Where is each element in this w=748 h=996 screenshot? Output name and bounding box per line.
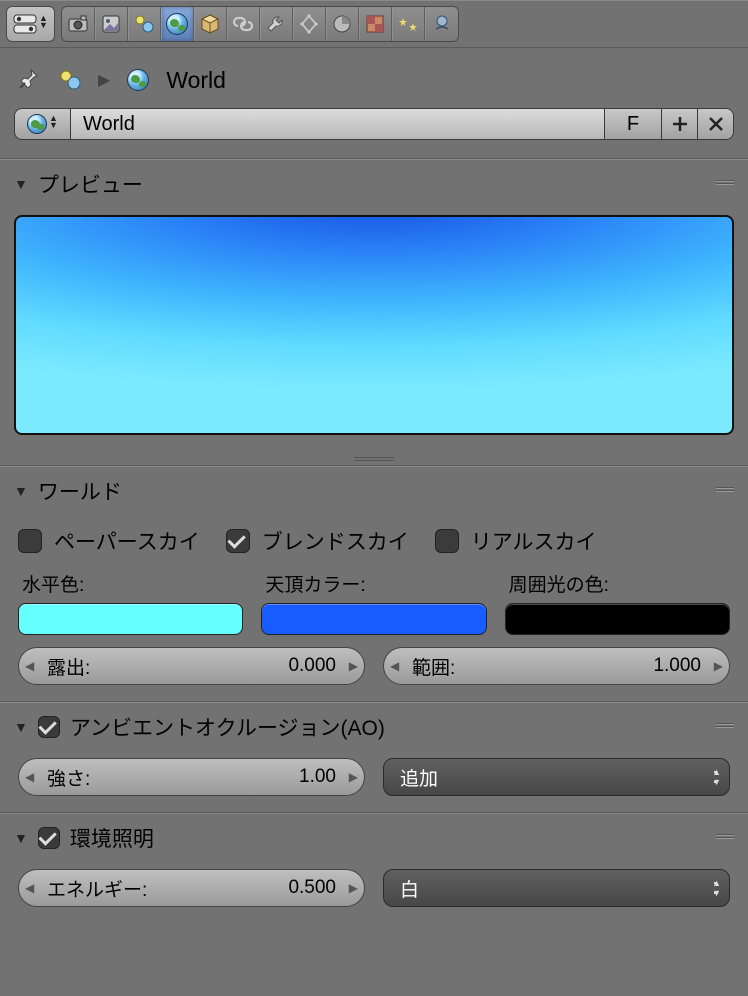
ambient-color-swatch[interactable]	[505, 603, 730, 635]
real-sky-checkbox[interactable]	[435, 529, 459, 553]
breadcrumb-label[interactable]: World	[166, 67, 226, 94]
datablock-selector: ▲▼ World F	[0, 108, 748, 158]
image-note-icon	[100, 13, 122, 35]
plus-icon	[671, 115, 689, 133]
breadcrumb-separator-icon: ▶	[98, 70, 110, 90]
world-breadcrumb-icon[interactable]	[124, 66, 152, 94]
ao-factor-field[interactable]: 強さ: 1.00	[18, 758, 365, 796]
disclosure-triangle-icon: ▼	[14, 483, 28, 499]
env-color-mode-select[interactable]: 白 ▲▼	[383, 869, 730, 907]
tab-object-data[interactable]	[293, 7, 326, 41]
drag-handle-icon[interactable]	[716, 723, 734, 731]
datablock-browse-button[interactable]: ▲▼	[14, 108, 70, 140]
zenith-color-swatch[interactable]	[261, 603, 486, 635]
tab-scene[interactable]	[128, 7, 161, 41]
particles-icon	[397, 13, 419, 35]
scene-breadcrumb-icon[interactable]	[56, 66, 84, 94]
env-enable-checkbox[interactable]	[38, 827, 60, 849]
env-color-mode-value: 白	[400, 875, 419, 902]
zenith-color-label: 天頂カラー:	[261, 570, 486, 597]
unlink-datablock-button[interactable]	[698, 108, 734, 140]
up-down-icon: ▲▼	[712, 768, 721, 786]
context-tabs	[61, 6, 459, 42]
tab-texture[interactable]	[359, 7, 392, 41]
panel-body-env-lighting: エネルギー: 0.500 白 ▲▼	[0, 863, 748, 923]
blend-sky-checkbox[interactable]	[226, 529, 250, 553]
panel-body-preview	[0, 209, 748, 451]
ao-blend-mode-select[interactable]: 追加 ▲▼	[383, 758, 730, 796]
exposure-label: 露出:	[47, 653, 288, 680]
panel-header-ao[interactable]: ▼ アンビエントオクルージョン(AO)	[0, 702, 748, 752]
editor-type-selector[interactable]: ▲▼	[6, 6, 55, 42]
panel-body-ao: 強さ: 1.00 追加 ▲▼	[0, 752, 748, 812]
ao-blend-mode-value: 追加	[400, 764, 438, 791]
real-sky-label: リアルスカイ	[471, 526, 597, 556]
panel-body-world: ペーパースカイ ブレンドスカイ リアルスカイ 水平色: 天頂カラー: 周囲光の色…	[0, 516, 748, 701]
paper-sky-checkbox[interactable]	[18, 529, 42, 553]
world-icon	[27, 114, 47, 134]
close-icon	[707, 115, 725, 133]
properties-editor-icon	[13, 14, 37, 34]
tab-render-layers[interactable]	[95, 7, 128, 41]
breadcrumb: ▶ World	[0, 48, 748, 108]
exposure-value: 0.000	[288, 655, 336, 677]
disclosure-triangle-icon: ▼	[14, 176, 28, 192]
wrench-icon	[265, 13, 287, 35]
panel-header-world[interactable]: ▼ ワールド	[0, 466, 748, 516]
pin-icon[interactable]	[14, 66, 42, 94]
material-icon	[331, 13, 353, 35]
panel-title: 環境照明	[70, 823, 154, 853]
env-energy-field[interactable]: エネルギー: 0.500	[18, 869, 365, 907]
panel-title: プレビュー	[38, 169, 143, 199]
drag-handle-icon[interactable]	[716, 834, 734, 842]
new-datablock-button[interactable]	[662, 108, 698, 140]
world-icon	[166, 13, 188, 35]
up-down-icon: ▲▼	[49, 118, 58, 131]
tab-modifiers[interactable]	[260, 7, 293, 41]
drag-handle-icon[interactable]	[716, 487, 734, 495]
range-label: 範囲:	[412, 653, 653, 680]
tab-material[interactable]	[326, 7, 359, 41]
range-field[interactable]: 範囲: 1.000	[383, 647, 730, 685]
cube-icon	[199, 13, 221, 35]
ao-factor-value: 1.00	[299, 766, 336, 788]
texture-icon	[364, 13, 386, 35]
physics-icon	[431, 13, 453, 35]
fake-user-button[interactable]: F	[604, 108, 662, 140]
tab-object[interactable]	[194, 7, 227, 41]
scene-icon	[133, 13, 155, 35]
camera-icon	[67, 13, 89, 35]
tab-constraints[interactable]	[227, 7, 260, 41]
paper-sky-label: ペーパースカイ	[54, 526, 200, 556]
area-splitter[interactable]	[0, 451, 748, 465]
env-energy-label: エネルギー:	[47, 875, 288, 902]
panel-header-preview[interactable]: ▼ プレビュー	[0, 159, 748, 209]
range-value: 1.000	[653, 655, 701, 677]
up-down-icon: ▲▼	[39, 18, 48, 31]
tab-physics[interactable]	[425, 7, 458, 41]
panel-title: ワールド	[38, 476, 122, 506]
horizon-color-label: 水平色:	[18, 570, 243, 597]
ao-enable-checkbox[interactable]	[38, 716, 60, 738]
drag-handle-icon[interactable]	[716, 180, 734, 188]
world-preview	[14, 215, 734, 435]
up-down-icon: ▲▼	[712, 879, 721, 897]
disclosure-triangle-icon: ▼	[14, 719, 28, 735]
ao-factor-label: 強さ:	[47, 764, 299, 791]
tab-world[interactable]	[161, 7, 194, 41]
header-toolbar: ▲▼	[0, 0, 748, 48]
disclosure-triangle-icon: ▼	[14, 830, 28, 846]
link-icon	[232, 13, 254, 35]
tab-render[interactable]	[62, 7, 95, 41]
panel-title: アンビエントオクルージョン(AO)	[70, 712, 385, 742]
panel-header-env-lighting[interactable]: ▼ 環境照明	[0, 813, 748, 863]
exposure-field[interactable]: 露出: 0.000	[18, 647, 365, 685]
datablock-name-input[interactable]: World	[70, 108, 604, 140]
mesh-data-icon	[298, 13, 320, 35]
blend-sky-label: ブレンドスカイ	[262, 526, 409, 556]
horizon-color-swatch[interactable]	[18, 603, 243, 635]
env-energy-value: 0.500	[288, 877, 336, 899]
ambient-color-label: 周囲光の色:	[505, 570, 730, 597]
tab-particles[interactable]	[392, 7, 425, 41]
